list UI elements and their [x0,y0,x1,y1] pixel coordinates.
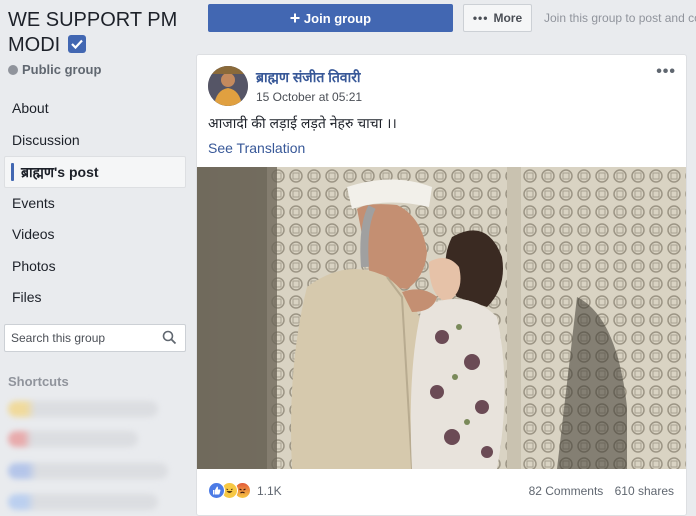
shares-count[interactable]: 610 shares [615,484,674,498]
more-label: More [493,11,523,25]
post-photo[interactable] [197,167,686,469]
like-reaction-icon [208,482,225,499]
group-privacy: Public group [8,62,101,77]
shortcut-item-blurred[interactable] [8,494,158,510]
comments-count[interactable]: 82 Comments [529,484,604,498]
group-title[interactable]: WE SUPPORT PM MODI [8,8,192,58]
group-nav: About Discussion ब्राह्मण's post Events … [4,93,186,314]
nav-item-member-posts[interactable]: ब्राह्मण's post [4,156,186,188]
reaction-count[interactable]: 1.1K [257,484,282,498]
group-search-input[interactable] [5,325,155,351]
shortcut-item-blurred[interactable] [8,401,158,417]
join-group-label: Join group [303,10,372,26]
author-avatar[interactable] [208,66,248,106]
search-icon[interactable] [162,330,177,350]
nav-item-photos[interactable]: Photos [4,251,186,283]
shortcut-item-blurred[interactable] [8,463,168,479]
post-timestamp[interactable]: 15 October at 05:21 [256,90,362,104]
post-options-icon[interactable]: ••• [656,63,676,81]
reaction-summary[interactable]: 1.1K [208,482,282,499]
group-sidebar: WE SUPPORT PM MODI Public group About Di… [0,0,192,516]
plus-icon [290,11,300,26]
post-stats: 82 Comments 610 shares [529,484,674,498]
nav-item-events[interactable]: Events [4,188,186,220]
nav-item-videos[interactable]: Videos [4,219,186,251]
post-text: आजादी की लड़ाई लड़ते नेहरु चाचा ।। [208,115,397,131]
join-group-button[interactable]: Join group [208,4,453,32]
group-privacy-label: Public group [22,62,102,77]
join-hint: Join this group to post and co [544,11,696,25]
nav-item-files[interactable]: Files [4,282,186,314]
shortcuts-heading: Shortcuts [8,374,69,389]
nav-item-discussion[interactable]: Discussion [4,125,186,157]
group-post: ब्राह्मण संजीत तिवारी 15 October at 05:2… [196,54,687,516]
group-name[interactable]: WE SUPPORT PM MODI [8,9,177,56]
see-translation-link[interactable]: See Translation [208,140,305,156]
more-button[interactable]: ••• More [463,4,532,32]
shortcut-item-blurred[interactable] [8,431,138,447]
globe-icon [8,65,18,75]
verified-check-icon [67,35,86,53]
group-search-box[interactable] [4,324,186,352]
nav-item-about[interactable]: About [4,93,186,125]
more-dots-icon: ••• [472,11,489,25]
post-author[interactable]: ब्राह्मण संजीत तिवारी [256,68,361,87]
